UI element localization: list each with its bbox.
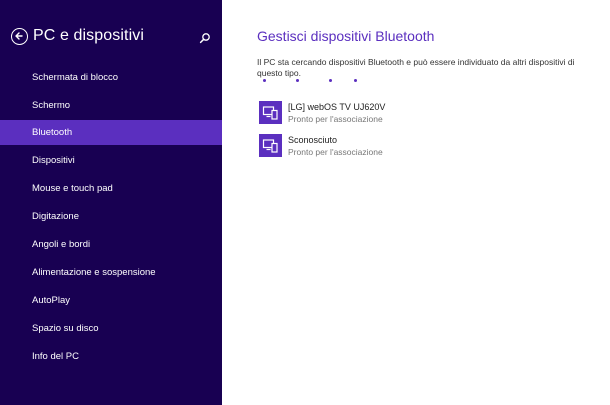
sidebar-item-schermo[interactable]: Schermo — [0, 93, 222, 118]
progress-indicator — [263, 79, 363, 84]
section-title: Gestisci dispositivi Bluetooth — [257, 28, 435, 44]
sidebar-item-label: Schermata di blocco — [32, 72, 119, 83]
sidebar-item-label: Schermo — [32, 100, 71, 111]
sidebar-item-label: Bluetooth — [32, 127, 73, 138]
sidebar-item-spazio-su-disco[interactable]: Spazio su disco — [0, 316, 222, 341]
page-title: PC e dispositivi — [33, 27, 144, 44]
progress-dot — [354, 79, 357, 82]
sidebar-item-autoplay[interactable]: AutoPlay — [0, 288, 222, 313]
sidebar-item-label: Spazio su disco — [32, 323, 99, 334]
sidebar-item-label: Digitazione — [32, 211, 79, 222]
device-status: Pronto per l'associazione — [288, 114, 383, 124]
device-item-lg-webos-tv[interactable]: [LG] webOS TV UJ620V Pronto per l'associ… — [259, 101, 459, 127]
sidebar-item-mouse-e-touch-pad[interactable]: Mouse e touch pad — [0, 176, 222, 201]
device-name: Sconosciuto — [288, 135, 338, 145]
sidebar-item-info-del-pc[interactable]: Info del PC — [0, 344, 222, 369]
device-tile — [259, 134, 282, 157]
sidebar-item-alimentazione-e-sospensione[interactable]: Alimentazione e sospensione — [0, 260, 222, 285]
search-button[interactable] — [199, 31, 211, 44]
sidebar-item-label: Mouse e touch pad — [32, 183, 113, 194]
device-item-sconosciuto[interactable]: Sconosciuto Pronto per l'associazione — [259, 134, 459, 160]
sidebar-item-angoli-e-bordi[interactable]: Angoli e bordi — [0, 232, 222, 257]
device-name: [LG] webOS TV UJ620V — [288, 102, 386, 112]
sidebar-item-label: Alimentazione e sospensione — [32, 267, 156, 278]
device-tile — [259, 101, 282, 124]
device-icon — [262, 106, 278, 120]
sidebar-item-dispositivi[interactable]: Dispositivi — [0, 148, 222, 173]
sidebar-item-schermata-di-blocco[interactable]: Schermata di blocco — [0, 65, 222, 90]
sidebar-header: PC e dispositivi — [0, 0, 222, 60]
sidebar: PC e dispositivi Schermata di blocco Sch… — [0, 0, 222, 405]
search-icon — [199, 33, 210, 44]
device-icon — [262, 139, 278, 153]
search-status-text: Il PC sta cercando dispositivi Bluetooth… — [257, 57, 575, 78]
device-status: Pronto per l'associazione — [288, 147, 383, 157]
sidebar-item-label: Dispositivi — [32, 155, 75, 166]
sidebar-item-bluetooth[interactable]: Bluetooth — [0, 120, 222, 145]
sidebar-item-label: AutoPlay — [32, 295, 71, 306]
sidebar-item-label: Angoli e bordi — [32, 239, 91, 250]
back-arrow-icon — [15, 32, 23, 40]
main-content: Gestisci dispositivi Bluetooth Il PC sta… — [222, 0, 610, 405]
sidebar-item-label: Info del PC — [32, 351, 79, 362]
progress-dot — [329, 79, 332, 82]
progress-dot — [263, 79, 266, 82]
sidebar-item-digitazione[interactable]: Digitazione — [0, 204, 222, 229]
progress-dot — [296, 79, 299, 82]
back-button[interactable] — [11, 28, 28, 45]
